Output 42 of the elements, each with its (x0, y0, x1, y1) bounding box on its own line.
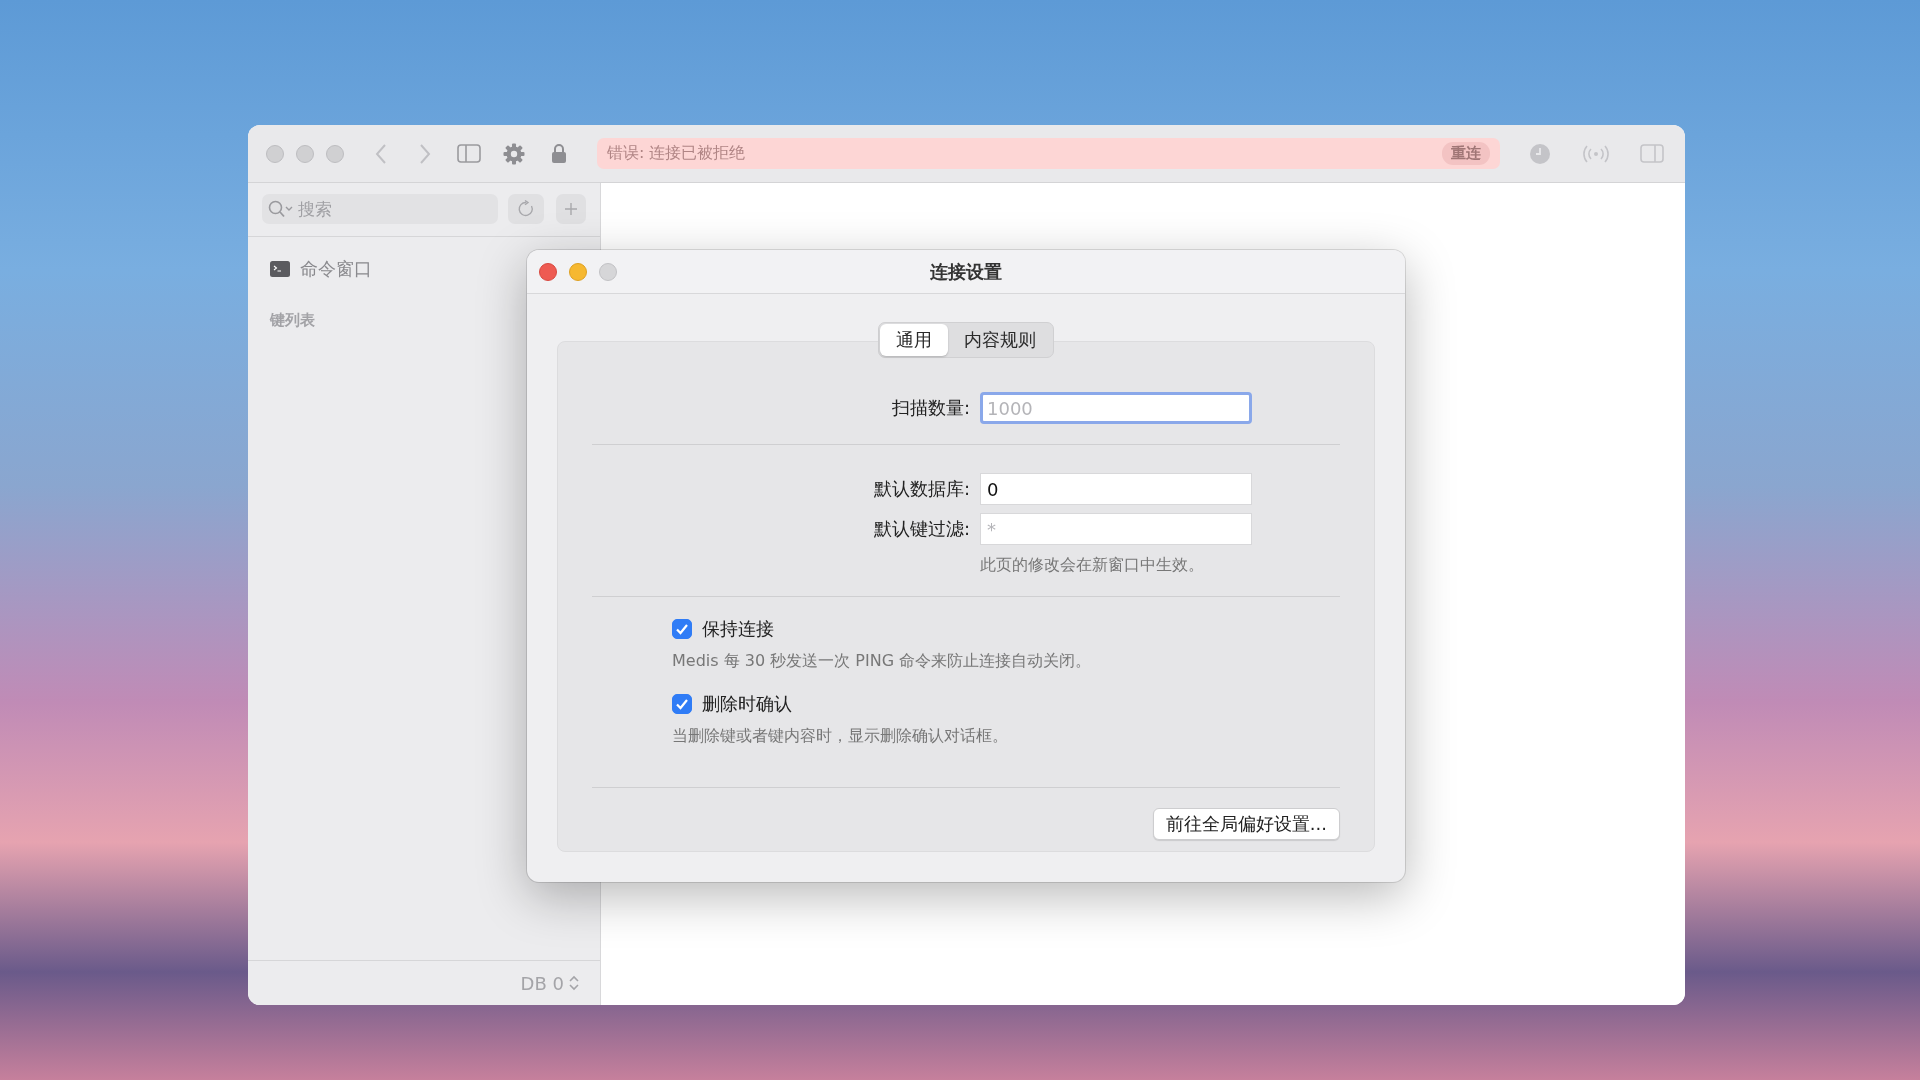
field-label: 默认数据库: (872, 477, 970, 501)
input-field[interactable]: * (980, 513, 1252, 545)
checkbox[interactable] (672, 694, 692, 714)
checkmark-icon (675, 698, 689, 710)
terminal-icon (270, 261, 290, 277)
zoom-button[interactable] (326, 144, 344, 163)
dialog-title: 连接设置 (930, 259, 1002, 284)
input-field[interactable]: 0 (980, 473, 1252, 505)
option-description: 当删除键或者键内容时，显示删除确认对话框。 (672, 726, 1009, 747)
plus-icon (563, 201, 579, 217)
forward-icon[interactable] (418, 142, 432, 165)
refresh-icon (517, 200, 535, 218)
minimize-button[interactable] (569, 262, 587, 281)
close-button[interactable] (539, 262, 557, 281)
chevron-up-down-icon (568, 974, 580, 992)
zoom-button[interactable] (599, 262, 617, 281)
tab[interactable]: 通用 (880, 324, 948, 356)
checkbox[interactable] (672, 619, 692, 639)
global-preferences-button[interactable]: 前往全局偏好设置... (1152, 808, 1340, 840)
refresh-button[interactable] (508, 194, 544, 224)
hint-text: 此页的修改会在新窗口中生效。 (980, 555, 1205, 576)
back-icon[interactable] (374, 142, 388, 165)
add-button[interactable] (556, 194, 586, 224)
clock-icon[interactable] (1530, 143, 1550, 164)
search-field[interactable]: 搜索 (262, 194, 498, 224)
error-message: 错误: 连接已被拒绝 (607, 143, 746, 164)
lock-icon[interactable] (551, 143, 567, 164)
inspector-panel-icon[interactable] (1640, 144, 1664, 163)
tab[interactable]: 内容规则 (948, 324, 1052, 356)
close-button[interactable] (266, 144, 284, 163)
field-label: 默认键过滤: (872, 517, 970, 541)
sidebar-icon[interactable] (457, 144, 481, 163)
option-description: Medis 每 30 秒发送一次 PING 命令来防止连接自动关闭。 (672, 651, 1093, 672)
scan-count-field[interactable]: 1000 (980, 392, 1252, 424)
settings-icon[interactable] (503, 142, 525, 165)
field-label: 扫描数量: (890, 396, 970, 420)
section-header: 键列表 (268, 311, 316, 330)
broadcast-icon[interactable] (1582, 143, 1610, 164)
checkbox-option[interactable]: 删除时确认 (672, 692, 1340, 716)
checkbox-option[interactable]: 保持连接 (672, 617, 1340, 641)
minimize-button[interactable] (296, 144, 314, 163)
checkmark-icon (675, 623, 689, 635)
